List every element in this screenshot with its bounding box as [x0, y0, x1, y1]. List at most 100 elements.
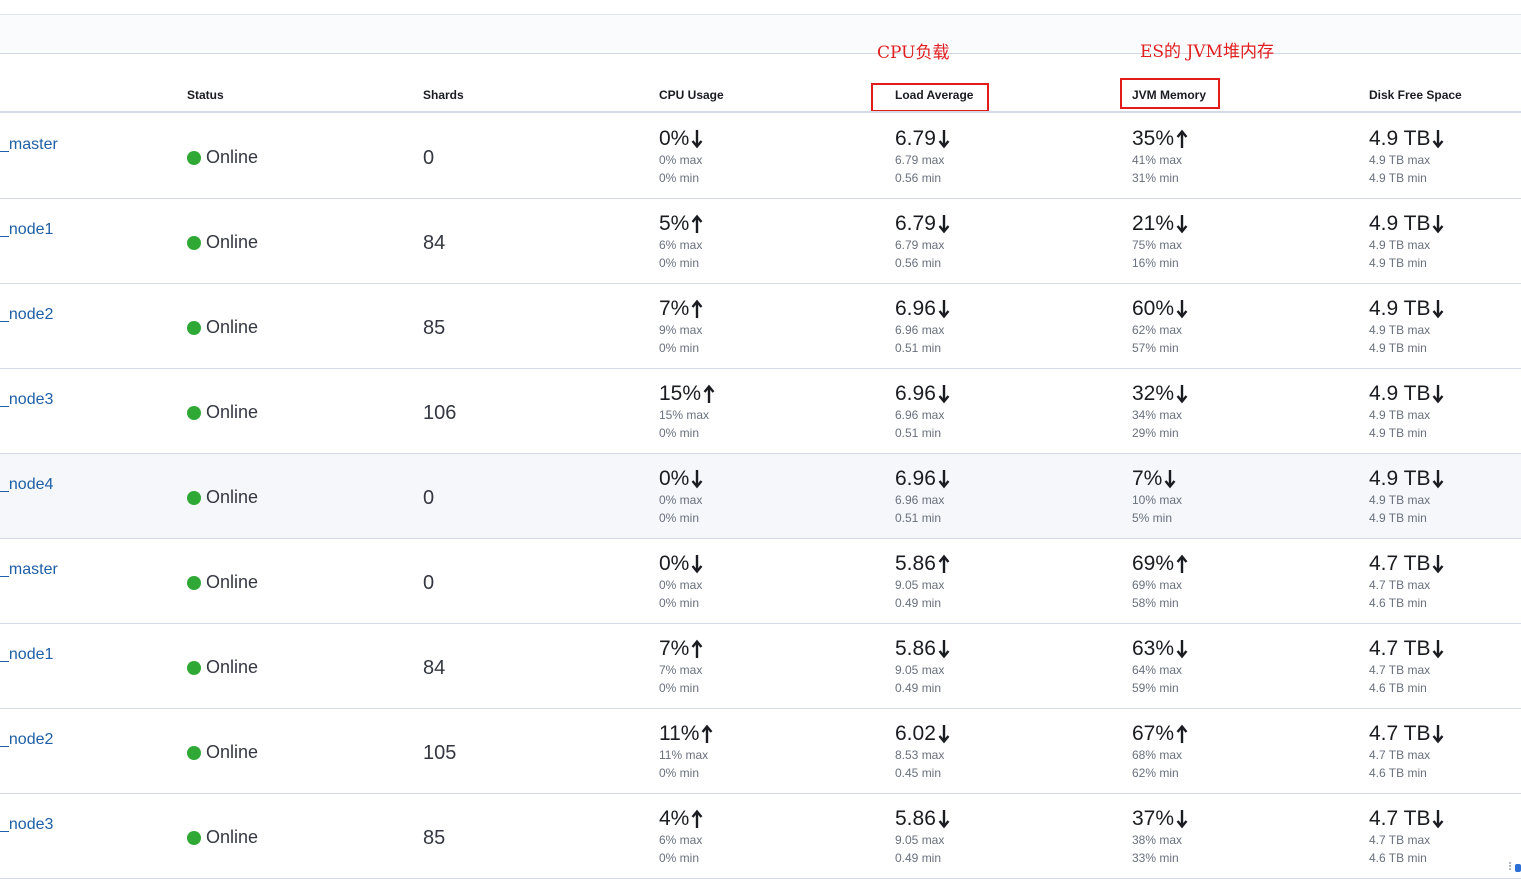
- table-row: _node1 Online 84 5% 6% max 0% min 6.79 6.79 max…: [0, 199, 1521, 284]
- status-cell: Online: [187, 147, 258, 168]
- trend-down-arrow-icon: [1433, 385, 1444, 404]
- jvm-memory-min: 58% min: [1132, 596, 1179, 610]
- status-online-icon: [187, 660, 201, 675]
- cpu-usage-cell: 4% 6% max 0% min: [659, 807, 703, 867]
- load-average-current: 5.86: [895, 807, 950, 831]
- load-average-min: 0.49 min: [895, 681, 942, 695]
- cpu-usage-cell: 7% 7% max 0% min: [659, 637, 703, 697]
- disk-free-space-max: 4.7 TB max: [1369, 663, 1431, 677]
- cpu-usage-current: 7%: [659, 637, 703, 661]
- column-header-disk-free-space[interactable]: Disk Free Space: [1369, 88, 1462, 102]
- load-average-min: 0.56 min: [895, 256, 942, 270]
- trend-down-arrow-icon: [691, 555, 703, 574]
- column-header-jvm-memory[interactable]: JVM Memory: [1132, 88, 1206, 102]
- node-name-link[interactable]: _node2: [0, 731, 53, 749]
- disk-free-space-value: 4.9 TB: [1369, 297, 1431, 320]
- node-name-link[interactable]: _node3: [0, 391, 53, 409]
- disk-free-space-cell: 4.7 TB 4.7 TB max 4.6 TB min: [1369, 807, 1444, 867]
- disk-free-space-current: 4.7 TB: [1369, 552, 1444, 576]
- load-average-min: 0.51 min: [895, 426, 942, 440]
- load-average-cell: 6.96 6.96 max 0.51 min: [895, 382, 950, 442]
- disk-free-space-min: 4.6 TB min: [1369, 681, 1427, 695]
- disk-free-space-cell: 4.9 TB 4.9 TB max 4.9 TB min: [1369, 127, 1444, 187]
- node-name-link[interactable]: _node3: [0, 816, 53, 834]
- column-header-status[interactable]: Status: [187, 88, 224, 102]
- cpu-usage-cell: 11% 11% max 0% min: [659, 722, 713, 782]
- jvm-memory-value: 35%: [1132, 127, 1175, 150]
- jvm-memory-cell: 67% 68% max 62% min: [1132, 722, 1188, 782]
- column-header-shards[interactable]: Shards: [423, 88, 464, 102]
- annotation-jvm-heap: ES的 JVM堆内存: [1140, 42, 1274, 62]
- trend-down-arrow-icon: [1433, 555, 1444, 574]
- cpu-usage-max: 6% max: [659, 833, 703, 847]
- load-average-min: 0.51 min: [895, 511, 942, 525]
- load-average-value: 5.86: [895, 552, 936, 575]
- disk-free-space-max: 4.9 TB max: [1369, 153, 1431, 167]
- load-average-cell: 5.86 9.05 max 0.49 min: [895, 807, 950, 867]
- jvm-memory-min: 59% min: [1132, 681, 1179, 695]
- node-name-link[interactable]: _node1: [0, 221, 53, 239]
- jvm-memory-min: 29% min: [1132, 426, 1179, 440]
- trend-down-arrow-icon: [1433, 130, 1444, 149]
- shards-value: 0: [423, 487, 435, 509]
- jvm-memory-value: 7%: [1132, 467, 1163, 490]
- shards-value: 84: [423, 657, 446, 679]
- jvm-memory-cell: 32% 34% max 29% min: [1132, 382, 1188, 442]
- trend-down-arrow-icon: [1433, 470, 1444, 489]
- trend-down-arrow-icon: [1164, 470, 1176, 489]
- shards-value: 0: [423, 147, 435, 169]
- disk-free-space-value: 4.7 TB: [1369, 807, 1431, 830]
- disk-free-space-min: 4.6 TB min: [1369, 766, 1427, 780]
- jvm-memory-max: 68% max: [1132, 748, 1183, 762]
- cpu-usage-value: 11%: [659, 722, 700, 745]
- column-header-load-average[interactable]: Load Average: [895, 88, 973, 102]
- jvm-memory-max: 41% max: [1132, 153, 1183, 167]
- cpu-usage-max: 7% max: [659, 663, 703, 677]
- cpu-usage-current: 7%: [659, 297, 703, 321]
- jvm-memory-cell: 69% 69% max 58% min: [1132, 552, 1188, 612]
- disk-free-space-cell: 4.9 TB 4.9 TB max 4.9 TB min: [1369, 297, 1444, 357]
- trend-up-arrow-icon: [702, 724, 713, 743]
- trend-down-arrow-icon: [938, 215, 950, 234]
- column-header-cpu-usage[interactable]: CPU Usage: [659, 88, 724, 102]
- load-average-max: 9.05 max: [895, 833, 945, 847]
- disk-free-space-max: 4.7 TB max: [1369, 833, 1431, 847]
- load-average-max: 9.05 max: [895, 578, 945, 592]
- status-text: Online: [206, 572, 259, 592]
- disk-free-space-value: 4.9 TB: [1369, 467, 1431, 490]
- trend-up-arrow-icon: [703, 384, 715, 403]
- cpu-usage-value: 0%: [659, 552, 690, 575]
- node-name-link[interactable]: _master: [0, 136, 58, 154]
- node-name-link[interactable]: _node1: [0, 646, 53, 664]
- load-average-value: 6.79: [895, 212, 936, 235]
- disk-free-space-cell: 4.7 TB 4.7 TB max 4.6 TB min: [1369, 552, 1444, 612]
- cpu-usage-max: 0% max: [659, 578, 703, 592]
- trend-up-arrow-icon: [1176, 129, 1188, 148]
- disk-free-space-max: 4.7 TB max: [1369, 748, 1431, 762]
- cpu-usage-max: 9% max: [659, 323, 703, 337]
- disk-free-space-value: 4.7 TB: [1369, 722, 1431, 745]
- node-name-link[interactable]: _node2: [0, 306, 53, 324]
- trend-up-arrow-icon: [691, 299, 703, 318]
- jvm-memory-current: 60%: [1132, 297, 1188, 321]
- jvm-memory-max: 69% max: [1132, 578, 1183, 592]
- trend-up-arrow-icon: [691, 809, 703, 828]
- cpu-usage-min: 0% min: [659, 681, 700, 695]
- node-name-link[interactable]: _master: [0, 561, 58, 579]
- node-name-link[interactable]: _node4: [0, 476, 53, 494]
- status-text: Online: [206, 657, 259, 677]
- cpu-usage-min: 0% min: [659, 766, 700, 780]
- load-average-cell: 6.96 6.96 max 0.51 min: [895, 467, 950, 527]
- status-text: Online: [206, 487, 259, 507]
- cpu-usage-current: 0%: [659, 467, 703, 491]
- jvm-memory-cell: 21% 75% max 16% min: [1132, 212, 1188, 272]
- jvm-memory-min: 62% min: [1132, 766, 1179, 780]
- disk-free-space-current: 4.9 TB: [1369, 297, 1444, 321]
- disk-free-space-min: 4.9 TB min: [1369, 511, 1427, 525]
- disk-free-space-value: 4.7 TB: [1369, 637, 1431, 660]
- cpu-usage-cell: 15% 15% max 0% min: [659, 382, 715, 442]
- shards-value: 0: [423, 572, 435, 594]
- trend-down-arrow-icon: [938, 470, 950, 489]
- trend-down-arrow-icon: [1433, 640, 1444, 659]
- disk-free-space-cell: 4.7 TB 4.7 TB max 4.6 TB min: [1369, 637, 1444, 697]
